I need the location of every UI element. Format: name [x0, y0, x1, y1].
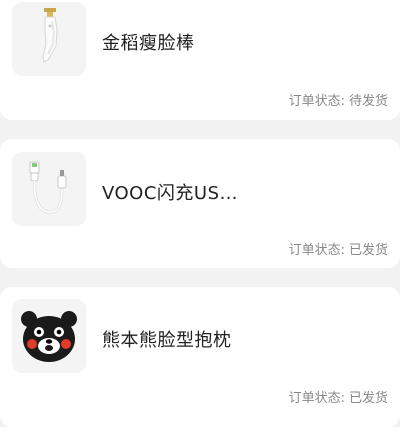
- kumamon-pillow-icon: [21, 311, 77, 362]
- order-status-value: 待发货: [348, 94, 388, 109]
- order-status: 订单状态: 已发货: [289, 239, 388, 258]
- order-status: 订单状态: 已发货: [289, 387, 388, 406]
- product-thumbnail[interactable]: [12, 152, 86, 226]
- order-card[interactable]: VOOC闪充US… 订单状态: 已发货: [0, 139, 400, 268]
- product-thumbnail[interactable]: [12, 2, 86, 76]
- order-status-label: 订单状态:: [288, 243, 345, 258]
- usb-cable-icon: [29, 161, 67, 214]
- order-status-label: 订单状态:: [288, 391, 345, 406]
- product-thumbnail[interactable]: [12, 299, 86, 373]
- product-title[interactable]: 金稻瘦脸棒: [102, 29, 195, 55]
- order-card[interactable]: 金稻瘦脸棒 订单状态: 待发货: [0, 0, 400, 120]
- order-card[interactable]: 熊本熊脸型抱枕 订单状态: 已发货: [0, 287, 400, 427]
- order-status: 订单状态: 待发货: [289, 90, 388, 109]
- product-title[interactable]: VOOC闪充US…: [102, 179, 238, 205]
- product-title[interactable]: 熊本熊脸型抱枕: [102, 326, 232, 352]
- order-status-value: 已发货: [348, 243, 388, 258]
- order-status-value: 已发货: [348, 391, 388, 406]
- facial-roller-icon: [42, 8, 58, 63]
- order-status-label: 订单状态:: [288, 94, 345, 109]
- order-list: 金稻瘦脸棒 订单状态: 待发货 VOOC闪充US… 订单状态: 已发货 熊本熊脸…: [0, 0, 400, 427]
